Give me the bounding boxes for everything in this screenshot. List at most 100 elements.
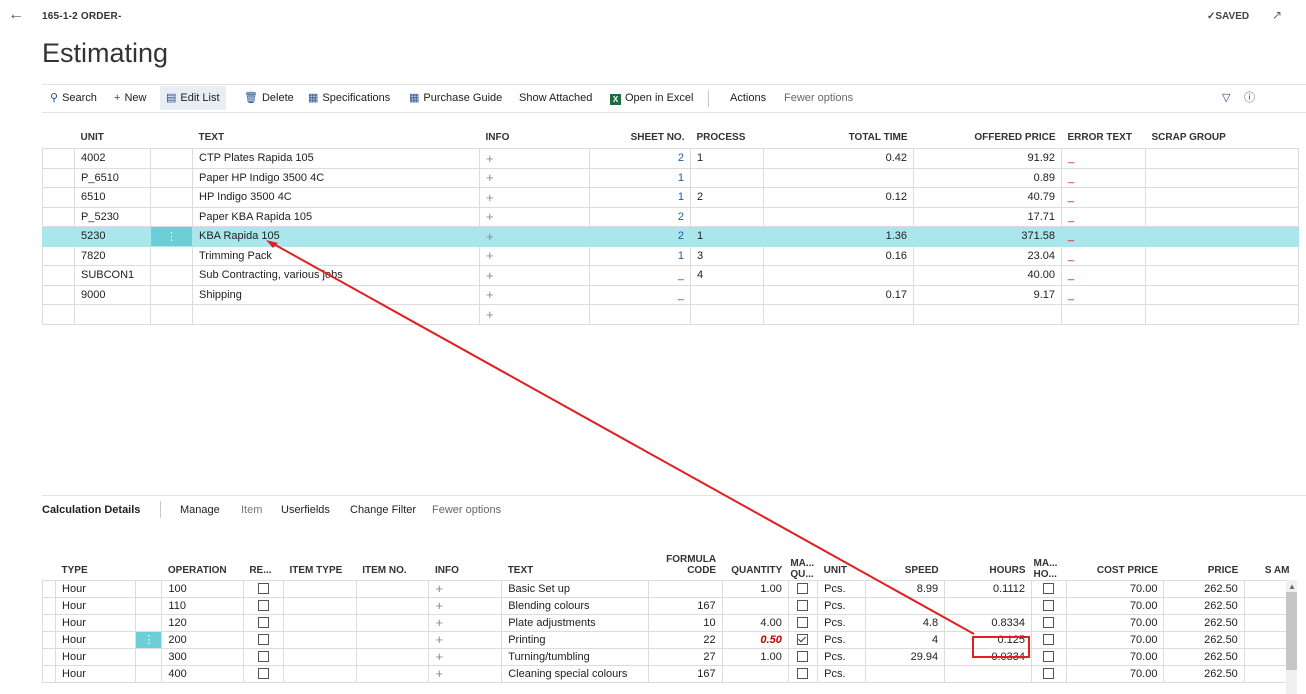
sheet-no-cell[interactable]: 2 (589, 206, 691, 227)
total-time-cell[interactable]: 0.42 (763, 148, 914, 169)
operation-cell[interactable]: 100 (161, 579, 244, 598)
table-row[interactable]: P_5230 Paper KBA Rapida 105 +2 17.71 _ (42, 206, 1299, 227)
text-cell[interactable]: Paper KBA Rapida 105 (192, 206, 480, 227)
col-total-time[interactable]: TOTAL TIME (764, 126, 914, 149)
col-sheet-no[interactable]: SHEET NO. (590, 126, 691, 149)
offered-price-cell[interactable]: 17.71 (913, 206, 1062, 227)
process-cell[interactable]: 2 (690, 187, 764, 208)
scrap-group-cell[interactable] (1145, 265, 1299, 286)
type-cell[interactable]: Hour (55, 613, 137, 632)
quantity-cell[interactable]: 4.00 (721, 613, 789, 632)
operation-cell[interactable]: 300 (161, 647, 244, 666)
new-button[interactable]: + New (114, 89, 146, 107)
offered-price-cell[interactable]: 91.92 (913, 148, 1062, 169)
price-cell[interactable]: 262.50 (1163, 647, 1245, 666)
item-menu[interactable]: Item (241, 504, 262, 516)
row-menu-icon[interactable]: ⋮ (150, 226, 193, 247)
col-error-text[interactable]: ERROR TEXT (1062, 126, 1146, 149)
sheet-no-cell[interactable] (589, 304, 691, 325)
scroll-up-icon[interactable]: ▲ (1288, 582, 1296, 591)
scrap-group-cell[interactable] (1145, 226, 1299, 247)
table-row[interactable]: Hour 400 + Cleaning special colours 167 Pcs. 7… (41, 664, 1297, 683)
text-cell[interactable]: Cleaning special colours (501, 664, 649, 683)
info-plus-icon[interactable]: + (479, 265, 590, 286)
price-cell[interactable]: 262.50 (1163, 596, 1245, 615)
unit-cell[interactable]: 9000 (74, 284, 151, 305)
col-speed[interactable]: SPEED (865, 540, 944, 580)
unit-cell[interactable]: 6510 (74, 187, 151, 208)
sheet-no-cell[interactable]: 1 (589, 187, 691, 208)
table-row[interactable]: Hour ⋮ 200 + Printing 22 0.50 Pcs. 4 0.125 70.00 26… (41, 630, 1297, 649)
col-manual-hours[interactable]: MA... HO... (1032, 540, 1067, 580)
info-plus-icon[interactable]: + (428, 664, 503, 683)
quantity-cell[interactable]: 1.00 (721, 647, 789, 666)
formula-code-cell[interactable]: 27 (647, 647, 723, 666)
table-row[interactable]: 6510 HP Indigo 3500 4C +1 2 0.12 40.79 _ (42, 187, 1299, 208)
speed-cell[interactable] (864, 596, 946, 615)
sheet-no-cell[interactable]: 1 (589, 167, 691, 188)
col-item-type[interactable]: ITEM TYPE (284, 540, 357, 580)
error-text-cell[interactable]: _ (1061, 148, 1146, 169)
col-s-am[interactable]: S AM (1244, 540, 1295, 580)
manual-qty-checkbox[interactable] (787, 664, 819, 683)
scrollbar-thumb[interactable] (1286, 592, 1297, 670)
table-row[interactable]: 9000 Shipping + _ 0.17 9.17 _ (42, 284, 1299, 305)
text-cell[interactable]: Blending colours (501, 596, 649, 615)
re-checkbox[interactable] (242, 647, 285, 666)
manual-hours-checkbox[interactable] (1031, 647, 1067, 666)
unit-cell[interactable]: 7820 (74, 245, 151, 266)
hours-cell[interactable] (944, 664, 1033, 683)
table-row[interactable]: 7820 Trimming Pack +1 3 0.16 23.04 _ (42, 245, 1299, 266)
cost-price-cell[interactable]: 70.00 (1065, 664, 1165, 683)
manual-qty-checkbox[interactable] (787, 579, 819, 598)
fewer-options-link[interactable]: Fewer options (784, 89, 853, 107)
scrap-group-cell[interactable] (1145, 245, 1299, 266)
hours-cell[interactable]: 0.125 (944, 630, 1033, 649)
total-time-cell[interactable] (763, 304, 914, 325)
info-plus-icon[interactable]: + (479, 187, 590, 208)
scrap-group-cell[interactable] (1145, 284, 1299, 305)
item-type-cell[interactable] (283, 630, 357, 649)
process-cell[interactable] (690, 167, 764, 188)
total-time-cell[interactable]: 0.17 (763, 284, 914, 305)
manual-hours-checkbox[interactable] (1031, 613, 1067, 632)
speed-cell[interactable]: 4.8 (864, 613, 946, 632)
col-offered-price[interactable]: OFFERED PRICE (914, 126, 1062, 149)
process-cell[interactable] (690, 304, 764, 325)
type-cell[interactable]: Hour (55, 596, 137, 615)
item-type-cell[interactable] (283, 664, 357, 683)
sheet-no-cell[interactable]: _ (589, 265, 691, 286)
col-item-no[interactable]: ITEM NO. (356, 540, 429, 580)
speed-cell[interactable]: 4 (864, 630, 946, 649)
unit-cell[interactable]: P_6510 (74, 167, 151, 188)
operation-cell[interactable]: 120 (161, 613, 244, 632)
scrap-group-cell[interactable] (1145, 167, 1299, 188)
offered-price-cell[interactable]: 40.79 (913, 187, 1062, 208)
info-plus-icon[interactable]: + (428, 579, 503, 598)
unit-cell[interactable]: Pcs. (817, 647, 866, 666)
scrap-group-cell[interactable] (1145, 206, 1299, 227)
col-text[interactable]: TEXT (193, 126, 480, 149)
scrap-group-cell[interactable] (1145, 187, 1299, 208)
manual-qty-checkbox[interactable] (787, 630, 819, 649)
re-checkbox[interactable] (242, 613, 285, 632)
process-cell[interactable]: 3 (690, 245, 764, 266)
quantity-cell[interactable] (721, 664, 789, 683)
process-cell[interactable]: 1 (690, 226, 764, 247)
cost-price-cell[interactable]: 70.00 (1065, 596, 1165, 615)
manual-qty-checkbox[interactable] (787, 596, 819, 615)
manual-hours-checkbox[interactable] (1031, 664, 1067, 683)
table-row[interactable]: 4002 CTP Plates Rapida 105 +2 1 0.42 91.92 _ (42, 148, 1299, 169)
cost-price-cell[interactable]: 70.00 (1065, 579, 1165, 598)
open-in-excel-button[interactable]: X Open in Excel (610, 89, 693, 107)
process-cell[interactable] (690, 206, 764, 227)
price-cell[interactable]: 262.50 (1163, 613, 1245, 632)
scrap-group-cell[interactable] (1145, 148, 1299, 169)
specifications-button[interactable]: ▦ Specifications (308, 89, 390, 107)
hours-cell[interactable]: 0.8334 (944, 613, 1033, 632)
cost-price-cell[interactable]: 70.00 (1065, 647, 1165, 666)
table-row[interactable]: Hour 100 + Basic Set up 1.00 Pcs. 8.99 0.1112 70… (41, 579, 1297, 598)
info-plus-icon[interactable]: + (479, 226, 590, 247)
total-time-cell[interactable] (763, 206, 914, 227)
unit-cell[interactable] (74, 304, 151, 325)
